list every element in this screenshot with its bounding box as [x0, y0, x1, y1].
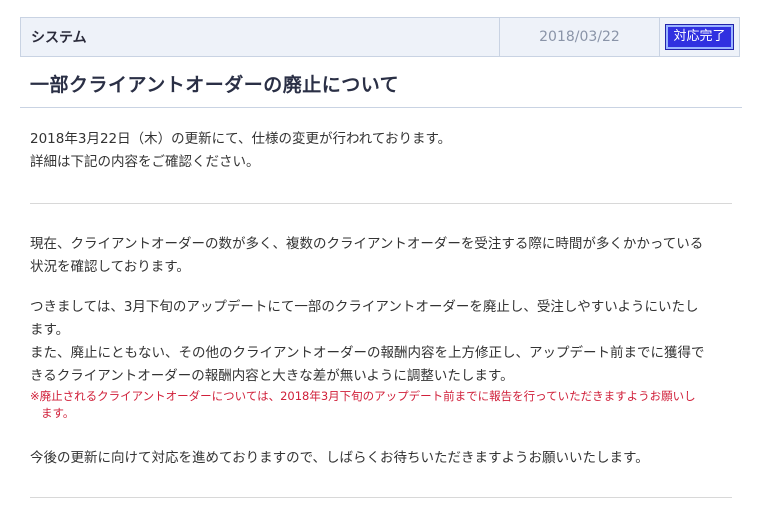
body-line: ます。 — [30, 322, 70, 338]
closing-line: 今後の更新に向けて対応を進めておりますので、しばらくお待ちいただきますようお願い… — [30, 450, 649, 466]
intro-line: 2018年3月22日（木）の更新にて、仕様の変更が行われております。 — [30, 131, 452, 147]
note-paragraph: ※廃止されるクライアントオーダーについては、2018年3月下旬のアップデート前ま… — [30, 388, 732, 422]
body-paragraph-1: 現在、クライアントオーダーの数が多く、複数のクライアントオーダーを受注する際に時… — [30, 233, 734, 279]
status-badge: 対応完了 — [666, 25, 733, 49]
section-divider — [30, 203, 732, 204]
post-date: 2018/03/22 — [500, 18, 660, 56]
body-line: 現在、クライアントオーダーの数が多く、複数のクライアントオーダーを受注する際に時… — [30, 236, 704, 252]
category-label: システム — [21, 18, 500, 56]
bottom-divider — [30, 497, 732, 498]
note-line: ます。 — [41, 406, 75, 420]
article-title: 一部クライアントオーダーの廃止について — [30, 74, 400, 96]
status-cell: 対応完了 — [660, 18, 739, 56]
body-line: つきましては、3月下旬のアップデートにて一部のクライアントオーダーを廃止し、受注… — [30, 299, 699, 315]
intro-paragraph: 2018年3月22日（木）の更新にて、仕様の変更が行われております。 詳細は下記… — [30, 128, 734, 174]
body-paragraph-2: つきましては、3月下旬のアップデートにて一部のクライアントオーダーを廃止し、受注… — [30, 296, 734, 388]
news-header-bar: システム 2018/03/22 対応完了 — [20, 17, 740, 57]
note-line: ※廃止されるクライアントオーダーについては、2018年3月下旬のアップデート前ま… — [30, 389, 696, 403]
intro-line: 詳細は下記の内容をご確認ください。 — [30, 154, 260, 170]
title-divider — [20, 107, 742, 108]
body-line: 状況を確認しております。 — [30, 259, 190, 275]
body-line: また、廃止にともない、その他のクライアントオーダーの報酬内容を上方修正し、アップ… — [30, 345, 705, 361]
body-line: きるクライアントオーダーの報酬内容と大きな差が無いように調整いたします。 — [30, 368, 514, 384]
closing-paragraph: 今後の更新に向けて対応を進めておりますので、しばらくお待ちいただきますようお願い… — [30, 447, 734, 470]
